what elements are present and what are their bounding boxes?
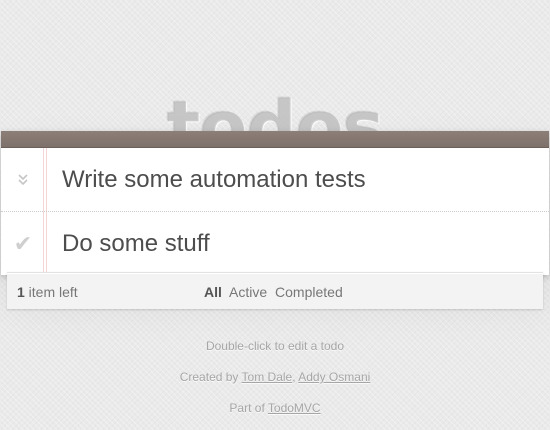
double-chevron-down-icon[interactable] xyxy=(1,148,45,211)
footer-bar: 1 item left All Active Completed xyxy=(7,272,543,309)
filter-completed[interactable]: Completed xyxy=(275,284,343,300)
todo-label[interactable]: Do some stuff xyxy=(62,230,210,258)
credits: Created by Tom Dale, Addy Osmani xyxy=(0,370,550,384)
filters: All Active Completed xyxy=(204,284,347,300)
todo-item[interactable]: Write some automation tests xyxy=(1,148,549,212)
todo-item[interactable]: ✔ Do some stuff xyxy=(1,212,549,275)
todo-list: Write some automation tests ✔ Do some st… xyxy=(1,148,549,275)
items-left-counter: 1 item left xyxy=(17,284,78,300)
panel-header-bar xyxy=(1,131,549,148)
credits-prefix: Created by xyxy=(179,370,242,384)
author-link-tom-dale[interactable]: Tom Dale xyxy=(242,370,293,384)
part-of-prefix: Part of xyxy=(229,401,268,415)
filter-active[interactable]: Active xyxy=(229,284,267,300)
checkmark-icon[interactable]: ✔ xyxy=(1,212,45,275)
todo-label[interactable]: Write some automation tests xyxy=(62,166,366,194)
items-left-count: 1 xyxy=(17,284,25,300)
todo-panel: Write some automation tests ✔ Do some st… xyxy=(1,131,549,275)
todomvc-link[interactable]: TodoMVC xyxy=(268,401,321,415)
author-link-addy-osmani[interactable]: Addy Osmani xyxy=(298,370,370,384)
items-left-suffix: item left xyxy=(24,284,78,300)
part-of: Part of TodoMVC xyxy=(0,401,550,415)
edit-hint: Double-click to edit a todo xyxy=(205,339,345,353)
filter-all[interactable]: All xyxy=(204,284,222,300)
